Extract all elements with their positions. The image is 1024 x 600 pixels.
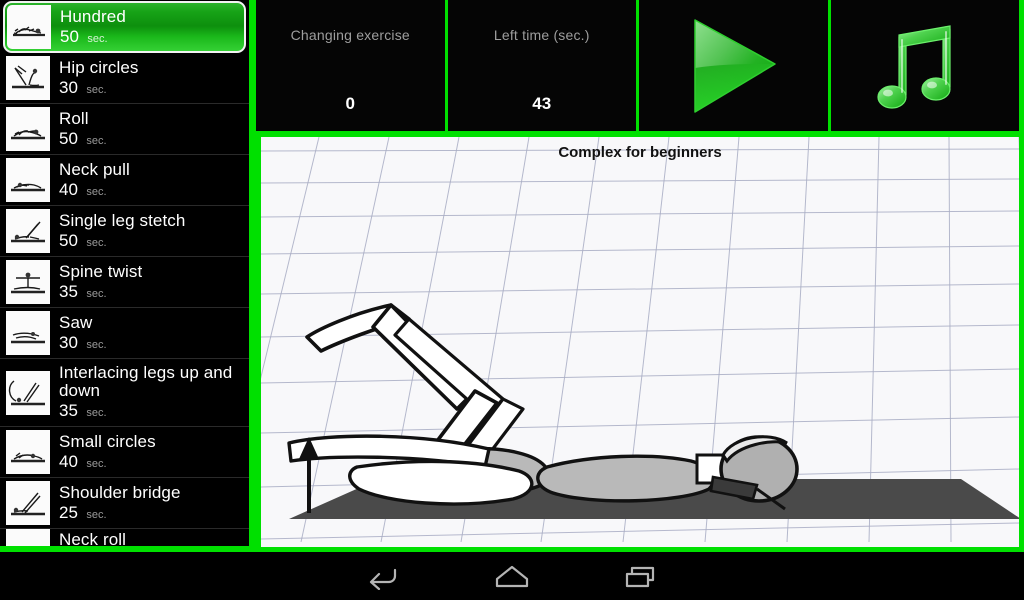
- exercise-duration-value: 40: [59, 451, 78, 471]
- exercise-small-circles-thumb-icon: [6, 430, 50, 474]
- exercise-interlacing-legs-thumb-icon: [6, 370, 50, 415]
- exercise-neck-roll-thumb-icon: [6, 529, 50, 546]
- exercise-item-duration: 35 sec.: [59, 281, 142, 302]
- exercise-duration-value: 30: [59, 77, 78, 97]
- exercise-duration-unit: sec.: [86, 287, 107, 300]
- exercise-duration-unit: sec.: [86, 406, 107, 419]
- recents-icon: [625, 566, 655, 588]
- home-icon: [495, 565, 529, 588]
- play-button[interactable]: [639, 0, 831, 131]
- exercise-list-item-single-leg-stetch[interactable]: Single leg stetch 50 sec.: [0, 206, 249, 257]
- exercise-duration-unit: sec.: [86, 185, 107, 198]
- exercise-item-name: Shoulder bridge: [59, 483, 181, 502]
- exercise-item-duration: 30 sec.: [59, 332, 107, 353]
- nav-back-button[interactable]: [320, 562, 448, 590]
- exercise-item-name: Interlacing legs up and down: [59, 364, 233, 401]
- exercise-duration-value: 50: [60, 26, 79, 46]
- exercise-saw-thumb-icon: [6, 311, 50, 355]
- nav-recents-button[interactable]: [576, 562, 704, 590]
- left-time-value: 43: [532, 94, 552, 113]
- exercise-duration-value: 35: [59, 400, 78, 420]
- exercise-item-text: Shoulder bridge 25 sec.: [59, 484, 181, 523]
- changing-exercise-value: 0: [345, 94, 355, 113]
- exercise-item-duration: 40 sec.: [59, 451, 156, 472]
- changing-exercise-panel: Changing exercise 0: [256, 0, 448, 131]
- page-title: Complex for beginners: [558, 144, 722, 161]
- exercise-duration-unit: sec.: [86, 83, 107, 96]
- exercise-list-item-hundred[interactable]: Hundred 50 sec.: [3, 1, 246, 53]
- exercise-item-duration: 50 sec.: [59, 128, 107, 149]
- exercise-item-text: Roll 50 sec.: [59, 110, 107, 149]
- exercise-item-duration: 50 sec.: [59, 230, 185, 251]
- exercise-hundred-thumb-icon: [7, 5, 51, 49]
- exercise-item-text: Neck roll: [59, 531, 127, 549]
- exercise-item-name: Neck pull: [59, 160, 130, 179]
- exercise-neck-pull-thumb-icon: [6, 158, 50, 202]
- nav-home-button[interactable]: [448, 562, 576, 590]
- exercise-list-item-roll[interactable]: Roll 50 sec.: [0, 104, 249, 155]
- android-navigation-bar: [0, 552, 1024, 600]
- exercise-illustration-panel[interactable]: Complex for beginners: [256, 137, 1024, 552]
- exercise-item-text: Spine twist 35 sec.: [59, 263, 142, 302]
- exercise-duration-value: 25: [59, 502, 78, 522]
- exercise-item-name: Hundred: [60, 7, 126, 26]
- play-icon: [694, 18, 776, 113]
- exercise-shoulder-bridge-thumb-icon: [6, 481, 50, 525]
- exercise-single-leg-stretch-thumb-icon: [6, 209, 50, 253]
- exercise-item-text: Neck pull 40 sec.: [59, 161, 130, 200]
- music-button[interactable]: [830, 0, 1024, 131]
- exercise-list-item-neck-roll[interactable]: Neck roll: [0, 529, 249, 549]
- exercise-duration-unit: sec.: [86, 134, 107, 147]
- app-root: Hundred 50 sec. Hip circles 30 sec. Roll…: [0, 0, 1024, 600]
- exercise-item-name: Saw: [59, 313, 93, 332]
- exercise-item-duration: 35 sec.: [59, 402, 249, 421]
- exercise-item-name: Neck roll: [59, 531, 127, 549]
- exercise-item-duration: 40 sec.: [59, 179, 130, 200]
- exercise-item-text: Interlacing legs up and down 35 sec.: [59, 364, 249, 420]
- exercise-list-item-saw[interactable]: Saw 30 sec.: [0, 308, 249, 359]
- exercise-duration-value: 50: [59, 230, 78, 250]
- exercise-list-item-spine-twist[interactable]: Spine twist 35 sec.: [0, 257, 249, 308]
- changing-exercise-label: Changing exercise: [290, 27, 410, 43]
- exercise-list-item-interlacing-legs-up-and-down[interactable]: Interlacing legs up and down 35 sec.: [0, 359, 249, 427]
- exercise-item-name: Hip circles: [59, 58, 139, 77]
- exercise-roll-thumb-icon: [6, 107, 50, 151]
- exercise-item-name: Spine twist: [59, 262, 143, 281]
- left-time-label: Left time (sec.): [493, 27, 590, 43]
- exercise-duration-value: 30: [59, 332, 78, 352]
- status-toolbar: Changing exercise 0 Left time (sec.) 43: [256, 0, 1024, 137]
- exercise-spine-twist-thumb-icon: [6, 260, 50, 304]
- exercise-item-duration: 30 sec.: [59, 77, 139, 98]
- exercise-item-text: Saw 30 sec.: [59, 314, 107, 353]
- exercise-hip-circles-thumb-icon: [6, 56, 50, 100]
- exercise-item-duration: 25 sec.: [59, 502, 181, 523]
- pilates-hundred-illustration-icon: [261, 137, 1019, 542]
- exercise-item-name: Roll: [59, 109, 89, 128]
- exercise-item-text: Small circles 40 sec.: [59, 433, 156, 472]
- exercise-duration-unit: sec.: [86, 508, 107, 521]
- exercise-duration-value: 35: [59, 281, 78, 301]
- exercise-item-name: Small circles: [59, 432, 156, 451]
- exercise-list-item-shoulder-bridge[interactable]: Shoulder bridge 25 sec.: [0, 478, 249, 529]
- music-note-icon: [877, 24, 951, 109]
- exercise-duration-value: 50: [59, 128, 78, 148]
- exercise-duration-unit: sec.: [86, 236, 107, 249]
- exercise-duration-value: 40: [59, 179, 78, 199]
- illustration-stage: [261, 137, 1019, 547]
- exercise-list-item-neck-pull[interactable]: Neck pull 40 sec.: [0, 155, 249, 206]
- exercise-list-item-small-circles[interactable]: Small circles 40 sec.: [0, 427, 249, 478]
- back-icon: [369, 568, 397, 590]
- exercise-item-text: Hundred 50 sec.: [60, 8, 126, 47]
- exercise-list-item-hip-circles[interactable]: Hip circles 30 sec.: [0, 53, 249, 104]
- left-time-panel: Left time (sec.) 43: [447, 0, 639, 131]
- exercise-duration-unit: sec.: [86, 338, 107, 351]
- exercise-item-name: Single leg stetch: [59, 211, 186, 230]
- exercise-duration-unit: sec.: [87, 32, 108, 45]
- exercise-item-duration: 50 sec.: [60, 26, 126, 47]
- exercise-item-text: Hip circles 30 sec.: [59, 59, 139, 98]
- exercise-item-text: Single leg stetch 50 sec.: [59, 212, 185, 251]
- exercise-duration-unit: sec.: [86, 457, 107, 470]
- exercise-list-sidebar[interactable]: Hundred 50 sec. Hip circles 30 sec. Roll…: [0, 0, 256, 552]
